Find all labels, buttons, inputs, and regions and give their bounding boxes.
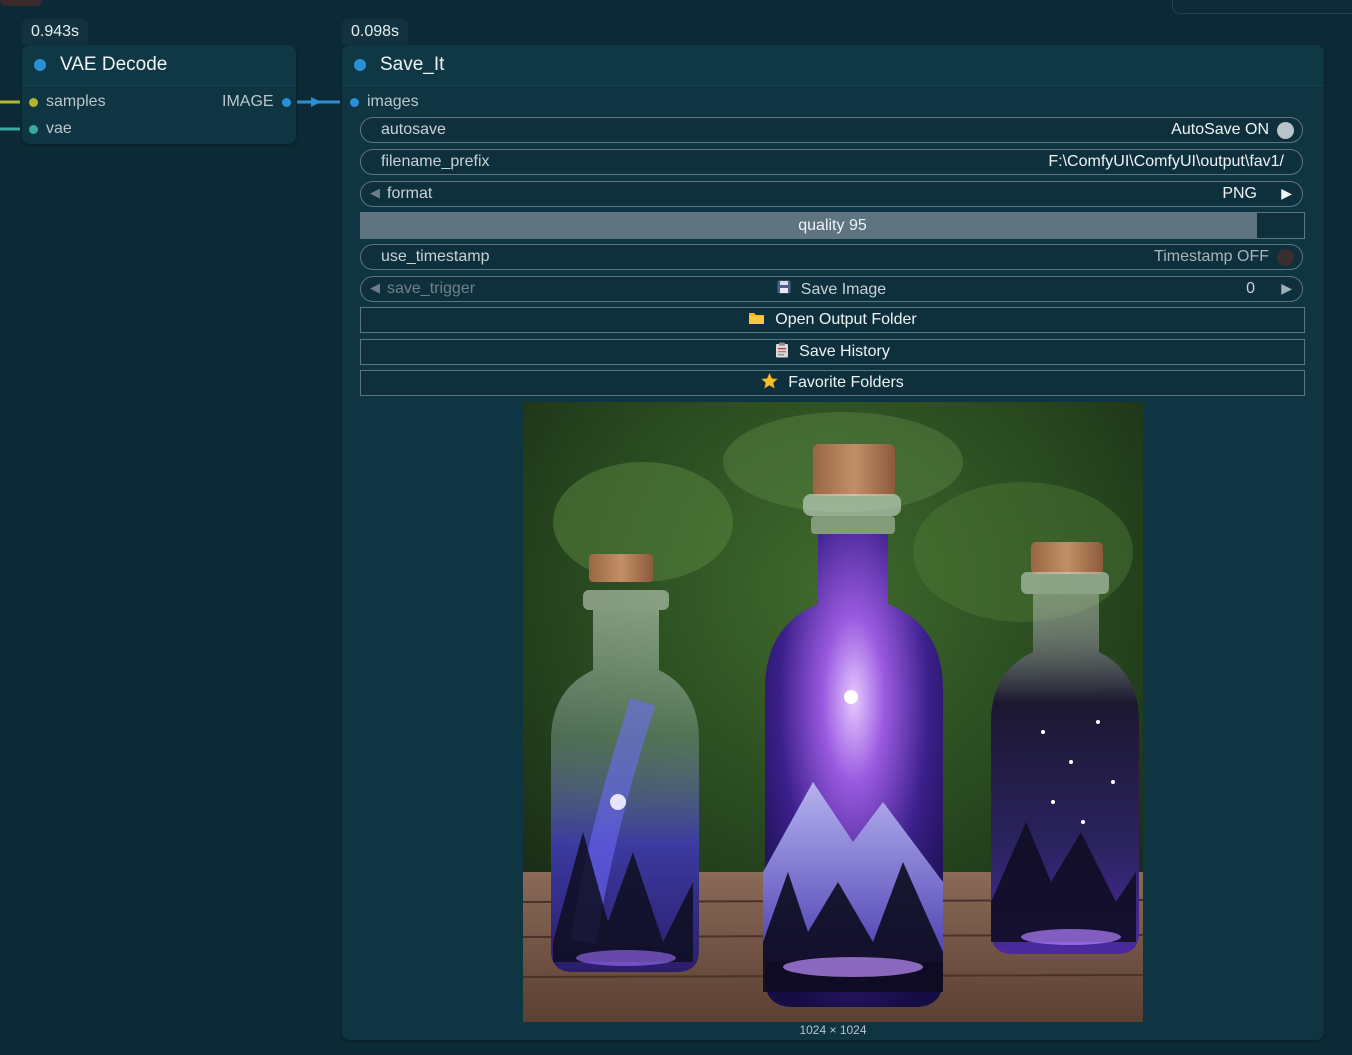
arrow-left-icon[interactable]: ◀ bbox=[370, 185, 380, 201]
widget-value: AutoSave ON bbox=[1171, 121, 1269, 138]
image-output-dot[interactable] bbox=[281, 97, 291, 107]
clipboard-icon bbox=[775, 342, 789, 363]
slot-label: samples bbox=[46, 93, 106, 110]
save-image-button[interactable]: Save Image bbox=[361, 280, 1302, 299]
widget-label: filename_prefix bbox=[381, 153, 490, 170]
filename-prefix-input[interactable]: filename_prefix F:\ComfyUI\ComfyUI\outpu… bbox=[360, 149, 1303, 175]
slot-label: IMAGE bbox=[222, 93, 274, 110]
star-icon bbox=[761, 372, 779, 394]
image-link-arrow bbox=[311, 97, 321, 107]
widget-label: autosave bbox=[381, 121, 446, 138]
toggle-off-knob[interactable] bbox=[1277, 249, 1294, 266]
widget-value: PNG bbox=[1222, 185, 1257, 202]
node-title: VAE Decode bbox=[60, 54, 168, 75]
folder-icon bbox=[748, 311, 765, 330]
vae-dot[interactable] bbox=[29, 124, 38, 134]
collapse-dot[interactable] bbox=[34, 59, 46, 71]
node-title: Save_It bbox=[380, 54, 445, 75]
button-label: Save History bbox=[799, 343, 890, 360]
slot-samples[interactable]: samples bbox=[29, 93, 106, 111]
vae-node-header[interactable]: VAE Decode bbox=[22, 45, 296, 86]
widget-value: 0 bbox=[1246, 280, 1255, 297]
slot-image-output[interactable]: IMAGE bbox=[222, 93, 291, 111]
collapse-dot[interactable] bbox=[354, 59, 366, 71]
open-output-folder-button[interactable]: Open Output Folder bbox=[360, 307, 1305, 333]
canvas-panel-fragment bbox=[1172, 0, 1352, 14]
save-image-label: Save Image bbox=[800, 281, 887, 298]
use-timestamp-toggle[interactable]: use_timestamp Timestamp OFF bbox=[360, 244, 1303, 270]
widget-label: use_timestamp bbox=[381, 248, 490, 265]
button-label: Open Output Folder bbox=[775, 311, 917, 328]
widget-value: Timestamp OFF bbox=[1154, 248, 1269, 265]
widget-label: format bbox=[387, 185, 433, 202]
preview-image[interactable] bbox=[523, 402, 1143, 1022]
slot-vae[interactable]: vae bbox=[29, 120, 72, 138]
arrow-right-icon[interactable]: ▶ bbox=[1281, 280, 1292, 297]
save-node-header[interactable]: Save_It bbox=[342, 45, 1324, 86]
autosave-toggle[interactable]: autosave AutoSave ON bbox=[360, 117, 1303, 143]
slot-label: images bbox=[367, 93, 419, 110]
toggle-on-knob[interactable] bbox=[1277, 122, 1294, 139]
save-trigger-widget[interactable]: ◀ save_trigger Save Image 0 ▶ bbox=[360, 276, 1303, 302]
format-combo[interactable]: ◀ format PNG ▶ bbox=[360, 181, 1303, 207]
slider-text: quality 95 bbox=[798, 217, 867, 234]
save-history-button[interactable]: Save History bbox=[360, 339, 1305, 365]
slot-images[interactable]: images bbox=[350, 93, 419, 111]
favorite-folders-button[interactable]: Favorite Folders bbox=[360, 370, 1305, 396]
samples-dot[interactable] bbox=[29, 97, 38, 107]
arrow-right-icon[interactable]: ▶ bbox=[1281, 185, 1292, 202]
widget-value: F:\ComfyUI\ComfyUI\output\fav1/ bbox=[1048, 153, 1284, 170]
images-dot[interactable] bbox=[350, 97, 359, 107]
floppy-icon bbox=[777, 280, 791, 299]
button-label: Favorite Folders bbox=[788, 374, 904, 391]
quality-slider[interactable]: quality 95 bbox=[360, 212, 1305, 239]
save-time-badge: 0.098s bbox=[342, 19, 409, 45]
vae-time-badge: 0.943s bbox=[22, 19, 89, 45]
preview-illustration bbox=[523, 402, 1143, 1022]
slot-label: vae bbox=[46, 120, 72, 137]
preview-dimensions: 1024 × 1024 bbox=[799, 1023, 867, 1037]
